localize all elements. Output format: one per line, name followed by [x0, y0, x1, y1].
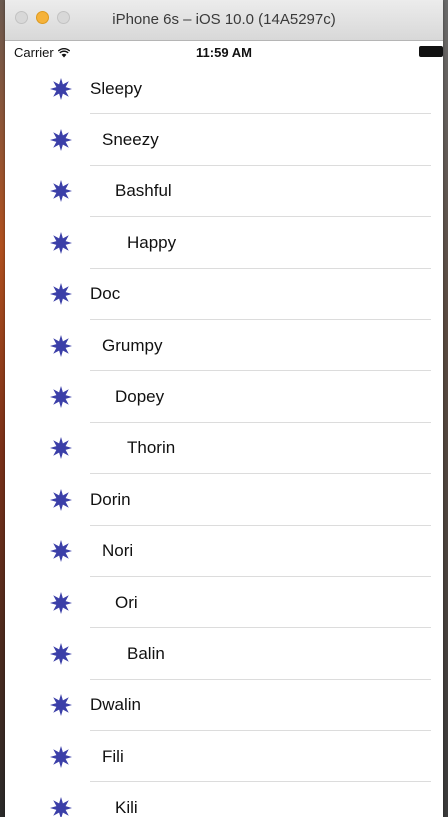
star-burst-icon: [50, 745, 72, 768]
list-item[interactable]: Dorin: [5, 474, 443, 526]
list-item-label: Grumpy: [102, 335, 163, 355]
status-time: 11:59 AM: [196, 45, 252, 60]
list-item[interactable]: Sneezy: [5, 114, 443, 166]
name-list: Sleepy Sneezy Bashful Happy Doc Grumpy Dopey Th…: [5, 63, 443, 817]
star-burst-icon: [50, 591, 72, 614]
star-burst-icon: [50, 386, 72, 409]
window-titlebar[interactable]: iPhone 6s – iOS 10.0 (14A5297c): [5, 0, 443, 41]
list-item[interactable]: Doc: [5, 269, 443, 320]
list-item[interactable]: Kili: [5, 782, 443, 817]
list-item-label: Sneezy: [102, 130, 159, 150]
list-item[interactable]: Happy: [5, 217, 443, 269]
list-item-label: Kili: [115, 798, 138, 817]
list-item[interactable]: Sleepy: [5, 63, 443, 115]
ios-status-bar: Carrier 11:59 AM: [5, 41, 443, 63]
star-burst-icon: [50, 642, 72, 665]
list-item-label: Doc: [90, 284, 121, 304]
list-item-label: Balin: [127, 643, 165, 663]
window-title: iPhone 6s – iOS 10.0 (14A5297c): [112, 11, 336, 28]
list-item-label: Fili: [102, 746, 124, 766]
list-item-label: Dorin: [90, 489, 131, 509]
battery-icon: [419, 46, 443, 57]
list-item-label: Bashful: [115, 181, 172, 201]
list-item-label: Dwalin: [90, 695, 142, 715]
list-item[interactable]: Dwalin: [5, 680, 443, 732]
list-item[interactable]: Grumpy: [5, 320, 443, 372]
list-item[interactable]: Bashful: [5, 166, 443, 218]
star-burst-icon: [50, 437, 72, 460]
list-item[interactable]: Balin: [5, 628, 443, 680]
simulator-window: iPhone 6s – iOS 10.0 (14A5297c) Carrier …: [5, 0, 443, 817]
star-burst-icon: [50, 540, 72, 563]
star-burst-icon: [50, 488, 72, 511]
list-item[interactable]: Ori: [5, 577, 443, 629]
list-item-label: Ori: [115, 592, 138, 612]
star-burst-icon: [50, 231, 72, 254]
list-item[interactable]: Dopey: [5, 371, 443, 423]
list-item-label: Dopey: [115, 387, 165, 407]
list-item-label: Sleepy: [90, 78, 142, 98]
star-burst-icon: [50, 694, 72, 717]
star-burst-icon: [50, 797, 72, 817]
star-burst-icon: [50, 77, 72, 100]
list-item[interactable]: Thorin: [5, 423, 443, 475]
list-item-label: Nori: [102, 541, 134, 561]
star-burst-icon: [50, 283, 72, 306]
star-burst-icon: [50, 334, 72, 357]
star-burst-icon: [50, 180, 72, 203]
list-item[interactable]: Nori: [5, 526, 443, 577]
star-burst-icon: [50, 129, 72, 152]
list-item[interactable]: Fili: [5, 731, 443, 783]
list-item-label: Thorin: [127, 438, 176, 458]
list-item-label: Happy: [127, 232, 177, 252]
